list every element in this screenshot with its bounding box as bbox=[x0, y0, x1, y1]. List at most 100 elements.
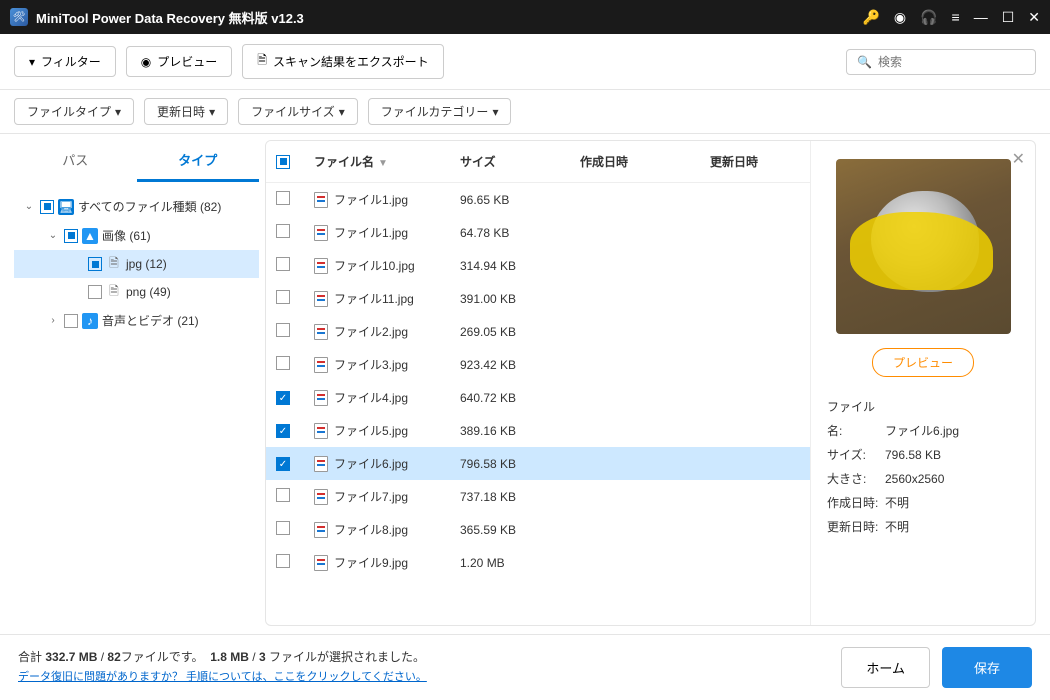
table-row[interactable]: ✓ ファイル4.jpg 640.72 KB bbox=[266, 381, 810, 414]
checkbox[interactable] bbox=[88, 285, 102, 299]
preview-thumbnail bbox=[836, 159, 1011, 334]
footer: 合計 332.7 MB / 82ファイルです。 1.8 MB / 3 ファイルが… bbox=[0, 634, 1050, 700]
chevron-down-icon: ▾ bbox=[115, 105, 121, 119]
key-icon[interactable]: 🔑 bbox=[862, 9, 879, 26]
row-checkbox[interactable] bbox=[276, 191, 290, 205]
filter-filesize[interactable]: ファイルサイズ▾ bbox=[238, 98, 358, 125]
row-checkbox[interactable]: ✓ bbox=[276, 391, 290, 405]
select-all-checkbox[interactable] bbox=[276, 155, 290, 169]
image-icon: ▲ bbox=[82, 228, 98, 244]
filter-category[interactable]: ファイルカテゴリー▾ bbox=[368, 98, 512, 125]
file-name: ファイル10.jpg bbox=[334, 257, 415, 274]
file-name: ファイル1.jpg bbox=[334, 224, 408, 241]
open-preview-button[interactable]: プレビュー bbox=[872, 348, 974, 377]
app-logo-icon: 🛠 bbox=[10, 8, 28, 26]
file-size: 314.94 KB bbox=[450, 249, 570, 282]
minimize-icon[interactable]: — bbox=[974, 9, 988, 25]
tree-images[interactable]: ⌄▲画像 (61) bbox=[14, 221, 259, 250]
row-checkbox[interactable]: ✓ bbox=[276, 457, 290, 471]
table-row[interactable]: ファイル1.jpg96.65 KB bbox=[266, 183, 810, 217]
search-input[interactable] bbox=[878, 55, 1033, 69]
monitor-icon: 🖥 bbox=[58, 199, 74, 215]
file-name: ファイル1.jpg bbox=[334, 191, 408, 208]
file-size: 391.00 KB bbox=[450, 282, 570, 315]
checkbox[interactable] bbox=[64, 229, 78, 243]
file-name: ファイル3.jpg bbox=[334, 356, 408, 373]
preview-metadata: ファイル名:ファイル6.jpg サイズ:796.58 KB 大きさ:2560x2… bbox=[827, 395, 1019, 539]
preview-pane: ✕ プレビュー ファイル名:ファイル6.jpg サイズ:796.58 KB 大き… bbox=[810, 141, 1035, 625]
tree-png[interactable]: 🗎png (49) bbox=[14, 278, 259, 306]
toolbar: ▾フィルター ◉プレビュー 🗎スキャン結果をエクスポート 🔍 bbox=[0, 34, 1050, 90]
table-row[interactable]: ファイル7.jpg737.18 KB bbox=[266, 480, 810, 513]
tab-path[interactable]: パス bbox=[14, 140, 137, 182]
row-checkbox[interactable] bbox=[276, 323, 290, 337]
file-icon bbox=[314, 324, 328, 340]
table-row[interactable]: ✓ファイル5.jpg389.16 KB bbox=[266, 414, 810, 447]
checkbox[interactable] bbox=[64, 314, 78, 328]
menu-icon[interactable]: ≡ bbox=[952, 9, 960, 25]
export-icon: 🗎 bbox=[257, 51, 267, 72]
chevron-down-icon: ⌄ bbox=[46, 230, 60, 241]
file-size: 737.18 KB bbox=[450, 480, 570, 513]
chevron-down-icon: ▾ bbox=[339, 105, 345, 119]
file-size: 365.59 KB bbox=[450, 513, 570, 546]
filter-bar: ファイルタイプ▾ 更新日時▾ ファイルサイズ▾ ファイルカテゴリー▾ bbox=[0, 90, 1050, 134]
home-button[interactable]: ホーム bbox=[841, 647, 930, 688]
tab-type[interactable]: タイプ bbox=[137, 140, 260, 182]
table-row[interactable]: ファイル11.jpg 391.00 KB bbox=[266, 282, 810, 315]
file-icon bbox=[314, 258, 328, 274]
row-checkbox[interactable] bbox=[276, 521, 290, 535]
file-panel: ファイル名▼ サイズ 作成日時 更新日時 ファイル1.jpg96.65 KBファ… bbox=[265, 140, 1036, 626]
row-checkbox[interactable] bbox=[276, 257, 290, 271]
table-row[interactable]: ファイル1.jpg64.78 KB bbox=[266, 216, 810, 249]
file-icon bbox=[314, 357, 328, 373]
globe-icon[interactable]: ◉ bbox=[894, 9, 906, 26]
funnel-icon: ▾ bbox=[29, 55, 35, 69]
file-size: 640.72 KB bbox=[450, 381, 570, 414]
row-checkbox[interactable]: ✓ bbox=[276, 424, 290, 438]
table-row[interactable]: ファイル8.jpg365.59 KB bbox=[266, 513, 810, 546]
help-link[interactable]: データ復旧に問題がありますか？ 手順については、ここをクリックしてください。 bbox=[18, 671, 427, 683]
file-icon bbox=[314, 423, 328, 439]
row-checkbox[interactable] bbox=[276, 488, 290, 502]
table-row[interactable]: ファイル9.jpg1.20 MB bbox=[266, 546, 810, 579]
file-list: ファイル名▼ サイズ 作成日時 更新日時 ファイル1.jpg96.65 KBファ… bbox=[266, 141, 810, 625]
table-row[interactable]: ✓ファイル6.jpg796.58 KB bbox=[266, 447, 810, 480]
sidebar: パス タイプ ⌄🖥すべてのファイル種類 (82) ⌄▲画像 (61) 🗎jpg … bbox=[14, 140, 259, 634]
checkbox[interactable] bbox=[88, 257, 102, 271]
file-name: ファイル2.jpg bbox=[334, 323, 408, 340]
col-size[interactable]: サイズ bbox=[450, 141, 570, 183]
tree-jpg[interactable]: 🗎jpg (12) bbox=[14, 250, 259, 278]
headset-icon[interactable]: 🎧 bbox=[920, 9, 937, 26]
maximize-icon[interactable]: ☐ bbox=[1002, 9, 1015, 26]
table-row[interactable]: ファイル10.jpg 314.94 KB bbox=[266, 249, 810, 282]
search-box[interactable]: 🔍 bbox=[846, 49, 1036, 75]
filter-button[interactable]: ▾フィルター bbox=[14, 46, 116, 77]
file-icon bbox=[314, 555, 328, 571]
col-created[interactable]: 作成日時 bbox=[570, 141, 700, 183]
file-size: 796.58 KB bbox=[450, 447, 570, 480]
export-button[interactable]: 🗎スキャン結果をエクスポート bbox=[242, 44, 443, 79]
tree-all-files[interactable]: ⌄🖥すべてのファイル種類 (82) bbox=[14, 192, 259, 221]
file-name: ファイル4.jpg bbox=[334, 389, 408, 406]
col-modified[interactable]: 更新日時 bbox=[700, 141, 810, 183]
filter-modified[interactable]: 更新日時▾ bbox=[144, 98, 228, 125]
tree-audio[interactable]: ›♪音声とビデオ (21) bbox=[14, 306, 259, 335]
row-checkbox[interactable] bbox=[276, 554, 290, 568]
col-name[interactable]: ファイル名▼ bbox=[304, 141, 450, 183]
file-name: ファイル11.jpg bbox=[334, 290, 414, 307]
table-row[interactable]: ファイル3.jpg923.42 KB bbox=[266, 348, 810, 381]
row-checkbox[interactable] bbox=[276, 290, 290, 304]
save-button[interactable]: 保存 bbox=[942, 647, 1032, 688]
filter-filetype[interactable]: ファイルタイプ▾ bbox=[14, 98, 134, 125]
close-preview-icon[interactable]: ✕ bbox=[1012, 149, 1025, 169]
chevron-down-icon: ▾ bbox=[209, 105, 215, 119]
row-checkbox[interactable] bbox=[276, 224, 290, 238]
table-row[interactable]: ファイル2.jpg269.05 KB bbox=[266, 315, 810, 348]
row-checkbox[interactable] bbox=[276, 356, 290, 370]
close-icon[interactable]: ✕ bbox=[1028, 9, 1040, 26]
preview-button[interactable]: ◉プレビュー bbox=[126, 46, 233, 77]
chevron-down-icon: ⌄ bbox=[22, 201, 36, 212]
checkbox[interactable] bbox=[40, 200, 54, 214]
file-icon bbox=[314, 489, 328, 505]
